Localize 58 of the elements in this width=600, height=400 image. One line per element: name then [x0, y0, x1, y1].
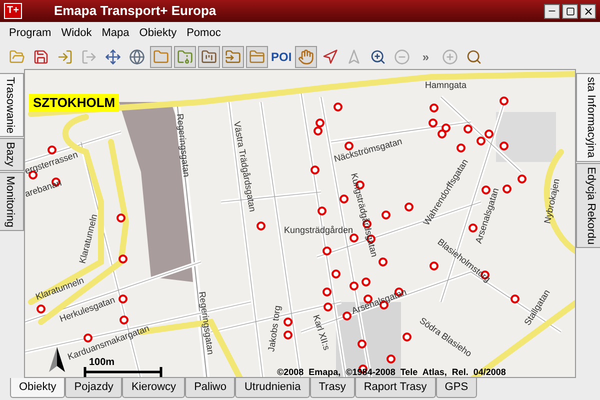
close-icon: [582, 6, 594, 16]
import-icon: [57, 48, 73, 64]
folder-icon: [153, 48, 169, 64]
open-folder-icon: [9, 48, 25, 64]
poi-button[interactable]: POI: [270, 46, 293, 68]
street-label: Regeringsgatan: [175, 113, 192, 178]
street-label: Regeringsgatan: [197, 290, 216, 356]
minimize-button[interactable]: [544, 4, 560, 18]
menu-item[interactable]: Program: [9, 24, 52, 42]
maximize-button[interactable]: [562, 4, 578, 18]
bottom-tab[interactable]: Pojazdy: [65, 378, 122, 398]
folder-icon: [177, 48, 193, 64]
bottom-tab[interactable]: Paliwo: [185, 378, 236, 398]
side-tab[interactable]: Monitoring: [0, 172, 24, 232]
folder-icon: [249, 48, 265, 64]
maximize-icon: [566, 6, 574, 16]
save-icon: [33, 48, 49, 64]
bottom-tab[interactable]: GPS: [436, 378, 478, 398]
toolbar-button[interactable]: [174, 46, 196, 68]
side-tab[interactable]: Trasowanie: [0, 73, 24, 138]
menu-item[interactable]: Obiekty: [139, 24, 177, 42]
side-tab[interactable]: Bazy: [0, 138, 24, 171]
menu-item[interactable]: Mapa: [102, 24, 130, 42]
street-label: Kungsträdgården: [284, 225, 354, 235]
search-icon: [466, 48, 482, 64]
move-icon: [105, 48, 121, 64]
bottom-tab[interactable]: Trasy: [310, 378, 355, 398]
close-button[interactable]: [580, 4, 596, 18]
folder-icon: [201, 48, 217, 64]
export-icon: [81, 48, 97, 64]
building-block: [496, 112, 556, 162]
folder-icon: [225, 48, 241, 64]
globe-icon: [129, 48, 145, 64]
copyright-text: ©2008 Emapa, ©1984-2008 Tele Atlas, Rel. 04/2008: [277, 367, 506, 377]
bottom-tab[interactable]: Obiekty: [10, 378, 66, 398]
zoom-in-icon: [370, 48, 386, 64]
bottom-tab[interactable]: Raport Trasy: [354, 378, 436, 398]
window-title: Emapa Transport+ Europa: [54, 2, 216, 20]
side-tab[interactable]: Edycja Rekordu: [576, 162, 600, 248]
zoom-out-icon: [394, 48, 410, 64]
toolbar-button[interactable]: [294, 46, 317, 68]
toolbar-button[interactable]: [246, 46, 268, 68]
menu-item[interactable]: Pomoc: [186, 24, 221, 42]
bottom-tab[interactable]: Utrudnienia: [235, 378, 310, 398]
toolbar-button[interactable]: [222, 46, 244, 68]
hand-icon: [298, 48, 314, 64]
street-label: Hamngata: [425, 80, 467, 90]
street-label: Karl XII:s: [311, 314, 332, 352]
city-label: SZTOKHOLM: [29, 94, 120, 112]
toolbar-button[interactable]: [198, 46, 220, 68]
street-label: Jakobs torg: [266, 304, 282, 352]
bottom-tab[interactable]: Kierowcy: [122, 378, 186, 398]
north-arrow-icon: [49, 347, 65, 372]
menu-item[interactable]: Widok: [61, 24, 92, 42]
scale-label: 100m: [89, 357, 115, 368]
app-icon: T+: [4, 3, 22, 19]
side-tab[interactable]: sta Informacyjna: [576, 73, 600, 162]
zoom-in-icon: [442, 48, 458, 64]
